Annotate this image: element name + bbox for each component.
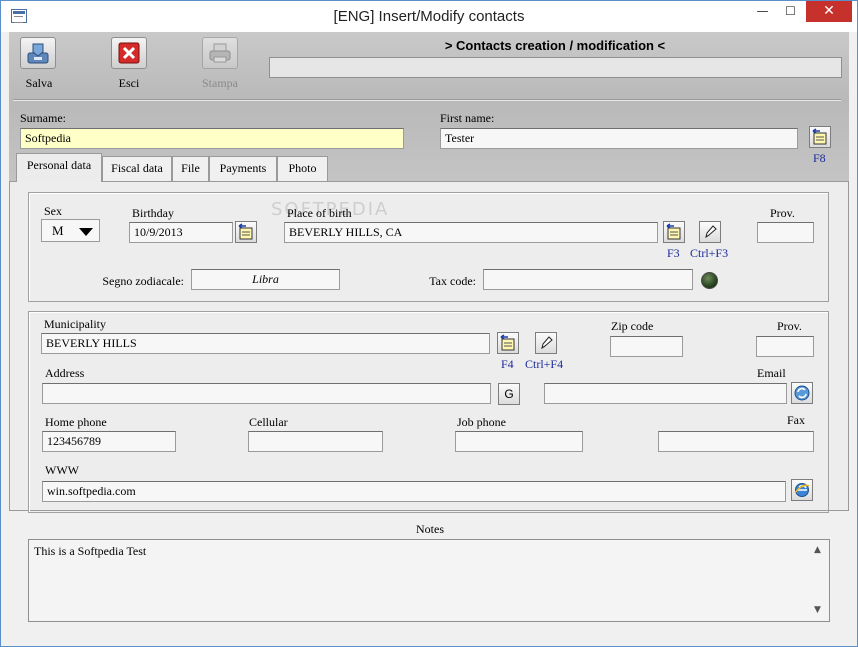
scroll-down-icon[interactable]: ▼ bbox=[814, 605, 821, 615]
municipality-edit-button-ctrl-f4[interactable] bbox=[535, 332, 557, 354]
window-title: [ENG] Insert/Modify contacts bbox=[333, 8, 525, 25]
exit-button[interactable] bbox=[111, 37, 147, 69]
pencil-icon bbox=[541, 336, 553, 350]
print-button[interactable] bbox=[202, 37, 238, 69]
surname-input[interactable]: Softpedia bbox=[20, 128, 404, 149]
tab-file[interactable]: File bbox=[172, 156, 209, 181]
ctrl-f3-key-label: Ctrl+F3 bbox=[690, 246, 729, 260]
place-of-birth-label: Place of birth bbox=[287, 206, 352, 220]
tax-code-input[interactable] bbox=[483, 269, 693, 290]
print-icon bbox=[209, 43, 231, 63]
close-button[interactable]: ✕ bbox=[806, 1, 852, 22]
prov-input[interactable] bbox=[757, 222, 814, 243]
sex-value: M bbox=[52, 223, 64, 238]
prov-label: Prov. bbox=[770, 206, 795, 220]
app-window: [ENG] Insert/Modify contacts — ☐ ✕ Salva… bbox=[0, 0, 858, 647]
address-prov-input[interactable] bbox=[756, 336, 814, 357]
g-button[interactable]: G bbox=[498, 383, 520, 405]
save-icon bbox=[27, 43, 49, 64]
form-heading: > Contacts creation / modification < bbox=[444, 38, 666, 53]
email-label: Email bbox=[757, 366, 786, 380]
firstname-label: First name: bbox=[440, 111, 495, 125]
tab-personal-data[interactable]: Personal data bbox=[16, 153, 102, 182]
tab-photo[interactable]: Photo bbox=[277, 156, 328, 181]
www-label: WWW bbox=[45, 463, 79, 477]
address-prov-label: Prov. bbox=[777, 319, 802, 333]
email-sync-icon bbox=[794, 385, 810, 401]
fax-label: Fax bbox=[787, 413, 805, 427]
lookup-icon bbox=[500, 334, 515, 351]
notes-text: This is a Softpedia Test bbox=[34, 544, 147, 558]
lookup-icon bbox=[238, 223, 253, 240]
f8-key-label: F8 bbox=[813, 151, 826, 165]
notes-scrollbar[interactable]: ▲ ▼ bbox=[811, 540, 829, 621]
home-phone-input[interactable]: 123456789 bbox=[42, 431, 176, 452]
title-bar: [ENG] Insert/Modify contacts — ☐ ✕ bbox=[1, 1, 857, 32]
sex-select[interactable]: M bbox=[41, 219, 100, 242]
cellular-label: Cellular bbox=[249, 415, 288, 429]
zodiac-label: Segno zodiacale: bbox=[102, 274, 184, 288]
zip-code-input[interactable] bbox=[610, 336, 683, 357]
f3-key-label: F3 bbox=[667, 246, 680, 260]
print-label: Stampa bbox=[202, 76, 238, 90]
address-input[interactable] bbox=[42, 383, 491, 404]
address-label: Address bbox=[45, 366, 85, 380]
save-button[interactable] bbox=[20, 37, 56, 69]
zodiac-field: Libra bbox=[191, 269, 340, 290]
surname-label: Surname: bbox=[20, 111, 66, 125]
heading-field bbox=[269, 57, 842, 78]
place-of-birth-input[interactable]: BEVERLY HILLS, CA bbox=[284, 222, 658, 243]
tax-code-status-led bbox=[701, 272, 718, 289]
email-input[interactable] bbox=[544, 383, 787, 404]
zip-code-label: Zip code bbox=[611, 319, 654, 333]
send-email-button[interactable] bbox=[791, 382, 813, 404]
scroll-up-icon[interactable]: ▲ bbox=[814, 545, 821, 555]
notes-textarea[interactable]: This is a Softpedia Test ▲ ▼ bbox=[28, 539, 830, 622]
place-lookup-button-f3[interactable] bbox=[663, 221, 685, 243]
browser-icon bbox=[794, 483, 810, 497]
birthday-label: Birthday bbox=[132, 206, 174, 220]
notes-label: Notes bbox=[416, 522, 444, 536]
birthday-input[interactable]: 10/9/2013 bbox=[129, 222, 233, 243]
lookup-icon bbox=[666, 223, 681, 240]
header-divider bbox=[13, 99, 841, 101]
lookup-icon bbox=[812, 128, 827, 145]
cellular-input[interactable] bbox=[248, 431, 383, 452]
tab-fiscal-data[interactable]: Fiscal data bbox=[102, 156, 172, 181]
tab-payments[interactable]: Payments bbox=[209, 156, 277, 181]
f4-key-label: F4 bbox=[501, 357, 514, 371]
tax-code-label: Tax code: bbox=[429, 274, 476, 288]
maximize-button[interactable]: ☐ bbox=[777, 1, 804, 22]
chevron-down-icon[interactable] bbox=[79, 228, 93, 236]
exit-icon bbox=[118, 42, 140, 64]
place-edit-button-ctrl-f3[interactable] bbox=[699, 221, 721, 243]
ctrl-f4-key-label: Ctrl+F4 bbox=[525, 357, 564, 371]
firstname-input[interactable]: Tester bbox=[440, 128, 798, 149]
sex-label: Sex bbox=[44, 204, 62, 218]
minimize-button[interactable]: — bbox=[749, 1, 776, 22]
www-input[interactable]: win.softpedia.com bbox=[42, 481, 786, 502]
exit-label: Esci bbox=[118, 76, 140, 90]
pencil-icon bbox=[705, 225, 717, 239]
lookup-button-f8[interactable] bbox=[809, 126, 831, 148]
birthday-calendar-button[interactable] bbox=[235, 221, 257, 243]
fax-input[interactable] bbox=[658, 431, 814, 452]
open-browser-button[interactable] bbox=[791, 479, 813, 501]
municipality-input[interactable]: BEVERLY HILLS bbox=[41, 333, 490, 354]
municipality-label: Municipality bbox=[44, 317, 106, 331]
municipality-lookup-button-f4[interactable] bbox=[497, 332, 519, 354]
home-phone-label: Home phone bbox=[45, 415, 107, 429]
save-label: Salva bbox=[25, 76, 53, 90]
job-phone-label: Job phone bbox=[457, 415, 506, 429]
job-phone-input[interactable] bbox=[455, 431, 583, 452]
